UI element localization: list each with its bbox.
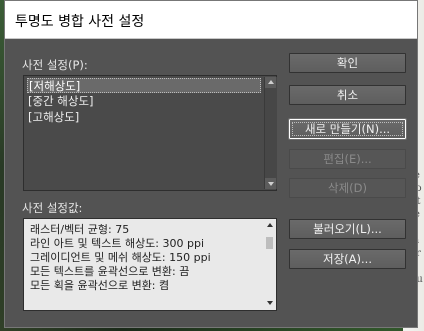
arrow-up-icon	[268, 80, 274, 84]
presets-list[interactable]: [저해상도] [중간 해상도] [고해상도]	[23, 75, 277, 191]
edit-preset-button[interactable]: 편집(E)...	[289, 149, 406, 169]
summary-line: 모든 획을 윤곽선으로 변환: 켬	[30, 279, 170, 292]
summary-line: 그레이디언트 및 메쉬 해상도: 150 ppi	[30, 251, 211, 264]
preset-item-medium-res[interactable]: [중간 해상도]	[27, 94, 261, 109]
save-preset-button[interactable]: 저장(A)...	[289, 249, 406, 269]
preset-item-high-res[interactable]: [고해상도]	[27, 110, 261, 125]
new-preset-button[interactable]: 새로 만들기(N)...	[288, 118, 407, 140]
arrow-down-icon	[267, 301, 273, 305]
load-preset-button[interactable]: 불러오기(L)...	[289, 219, 406, 239]
summary-scroll-up-button[interactable]	[264, 220, 275, 231]
preset-item-low-res[interactable]: [저해상도]	[27, 78, 261, 93]
summary-line: 라인 아트 및 텍스트 해상도: 300 ppi	[30, 237, 205, 250]
focus-ring	[292, 122, 403, 136]
summary-scroll-down-button[interactable]	[264, 297, 275, 308]
dialog-title: 투명도 병합 사전 설정	[15, 14, 145, 30]
summary-line: 모든 텍스트를 윤곽선으로 변환: 끔	[30, 265, 190, 278]
preset-summary-box: 래스터/벡터 균형: 75 라인 아트 및 텍스트 해상도: 300 ppi 그…	[23, 218, 277, 311]
scroll-up-button[interactable]	[265, 77, 276, 88]
arrow-down-icon	[268, 182, 274, 186]
title-bar[interactable]: 투명도 병합 사전 설정	[5, 1, 417, 39]
ok-button[interactable]: 확인	[289, 53, 406, 73]
summary-label: 사전 설정값:	[22, 201, 83, 215]
flattener-presets-dialog: 투명도 병합 사전 설정 사전 설정(P): [저해상도] [중간 해상도] […	[4, 0, 418, 328]
presets-scrollbar[interactable]	[264, 77, 277, 189]
summary-scroll-thumb[interactable]	[266, 237, 273, 249]
cancel-button[interactable]: 취소	[289, 85, 406, 105]
arrow-up-icon	[267, 223, 273, 227]
delete-preset-button[interactable]: 삭제(D)	[289, 178, 406, 198]
summary-line: 래스터/벡터 균형: 75	[30, 223, 130, 236]
summary-scrollbar[interactable]	[264, 220, 276, 309]
scroll-down-button[interactable]	[265, 178, 276, 189]
presets-label: 사전 설정(P):	[22, 58, 88, 72]
